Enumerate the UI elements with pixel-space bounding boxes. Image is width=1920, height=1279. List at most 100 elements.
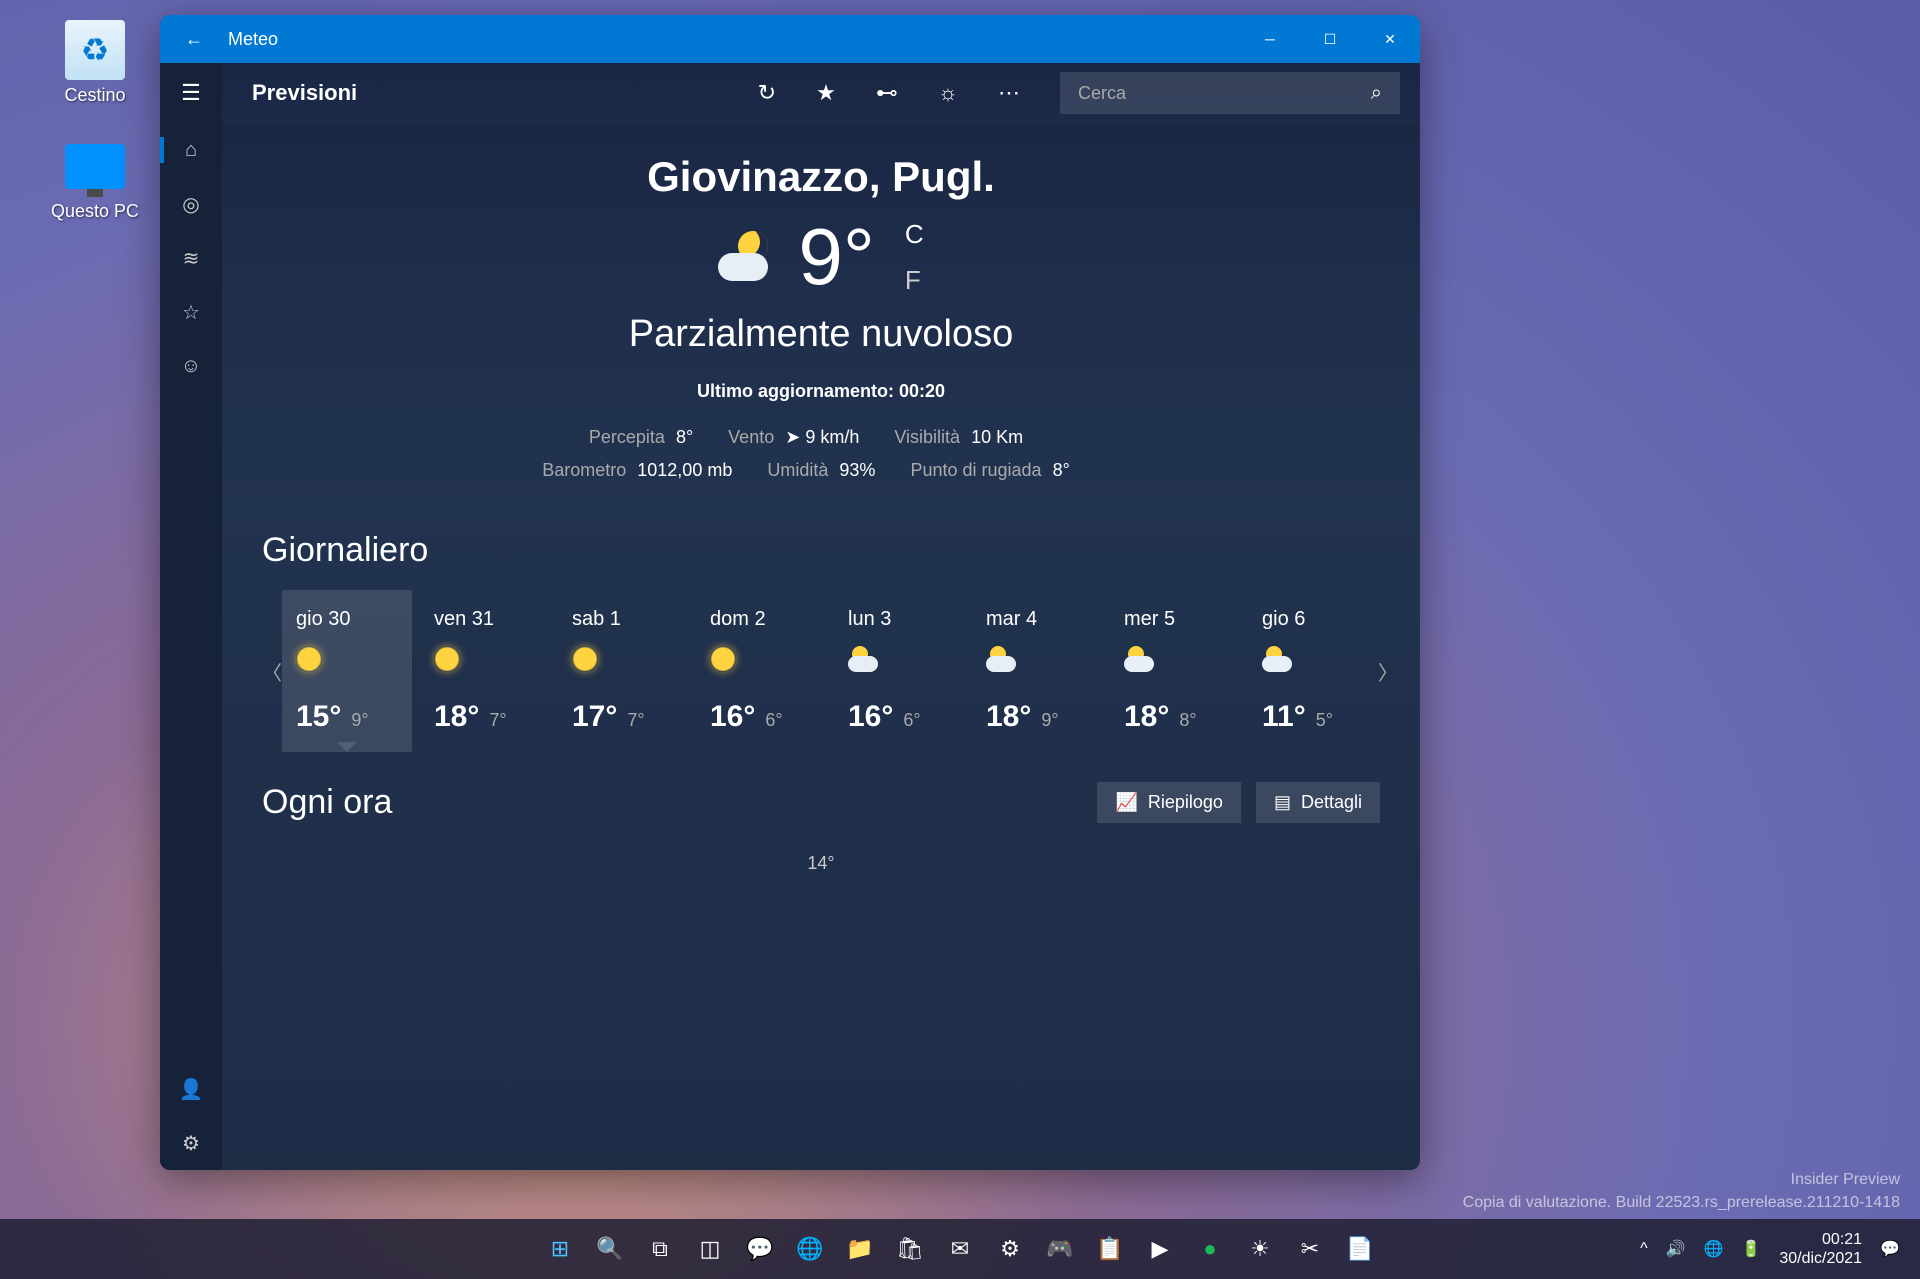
notifications-icon[interactable]: 💬	[1880, 1239, 1900, 1259]
day-card[interactable]: mar 418°9°	[972, 590, 1102, 752]
weather-app-window: ← Meteo ─ ☐ ✕ ☰ ⌂ ◎ ≋ ☆ ☺ 👤 ⚙ Previsioni…	[160, 15, 1420, 1170]
watermark: Insider Preview Copia di valutazione. Bu…	[1463, 1169, 1900, 1214]
day-name: sab 1	[572, 608, 674, 631]
sidebar-item-home[interactable]: ⌂	[160, 123, 222, 177]
barometer-value: 1012,00 mb	[637, 460, 732, 480]
sidebar-item-news[interactable]: ☺	[160, 339, 222, 393]
day-name: ven 31	[434, 608, 536, 631]
desktop-icon-this-pc[interactable]: Questo PC	[50, 136, 140, 222]
tray-chevron-icon[interactable]: ^	[1640, 1240, 1648, 1258]
day-card[interactable]: mer 518°8°	[1110, 590, 1240, 752]
favorite-icon[interactable]: ★	[816, 80, 836, 106]
unit-fahrenheit[interactable]: F	[905, 265, 924, 296]
hamburger-menu[interactable]: ☰	[160, 63, 222, 123]
titlebar: ← Meteo ─ ☐ ✕	[160, 15, 1420, 63]
feels-like-label: Percepita	[589, 427, 665, 447]
office-button[interactable]: 📄	[1339, 1228, 1381, 1270]
day-card[interactable]: sab 117°7°	[558, 590, 688, 752]
day-name: mar 4	[986, 608, 1088, 631]
start-button[interactable]: ⊞	[539, 1228, 581, 1270]
back-button[interactable]: ←	[160, 29, 228, 50]
day-high: 18°	[986, 700, 1031, 734]
day-weather-icon	[986, 646, 1088, 680]
settings-button[interactable]: ⚙	[989, 1228, 1031, 1270]
day-card[interactable]: ven 31 18° 7°	[420, 590, 550, 752]
day-high: 11°	[1262, 700, 1306, 734]
pin-icon[interactable]: ⊷	[876, 80, 898, 106]
tray-battery-icon[interactable]: 🔋	[1741, 1239, 1761, 1259]
day-high: 16°	[848, 700, 893, 734]
day-weather-icon	[296, 646, 398, 680]
desktop-icon-recycle-bin[interactable]: Cestino	[50, 20, 140, 106]
day-low: 5°	[1316, 710, 1333, 731]
recycle-bin-label: Cestino	[50, 85, 140, 106]
daily-prev-arrow[interactable]: 〈	[262, 657, 282, 686]
todo-button[interactable]: 📋	[1089, 1228, 1131, 1270]
day-high: 18°	[1124, 700, 1169, 734]
task-view-button[interactable]: ⧉	[639, 1228, 681, 1270]
taskbar-clock[interactable]: 00:21 30/dic/2021	[1779, 1230, 1862, 1268]
wind-value: ➤ 9 km/h	[785, 427, 859, 447]
weather-button[interactable]: ☀	[1239, 1228, 1281, 1270]
humidity-value: 93%	[839, 460, 875, 480]
store-button[interactable]: 🛍	[889, 1228, 931, 1270]
units-icon[interactable]: ☼	[938, 80, 958, 106]
snipping-button[interactable]: ✂	[1289, 1228, 1331, 1270]
unit-celsius[interactable]: C	[905, 219, 924, 250]
sidebar-item-favorites[interactable]: ☆	[160, 285, 222, 339]
day-low: 6°	[903, 710, 920, 731]
visibility-value: 10 Km	[971, 427, 1023, 447]
sidebar-item-historical[interactable]: ≋	[160, 231, 222, 285]
pc-icon	[65, 136, 125, 196]
page-title: Previsioni	[252, 80, 357, 106]
day-low: 7°	[489, 710, 506, 731]
search-button[interactable]: 🔍	[589, 1228, 631, 1270]
day-name: gio 6	[1262, 608, 1364, 631]
dewpoint-label: Punto di rugiada	[910, 460, 1041, 480]
day-card[interactable]: lun 3 16° 6°	[834, 590, 964, 752]
minimize-button[interactable]: ─	[1240, 15, 1300, 63]
mail-button[interactable]: ✉	[939, 1228, 981, 1270]
day-low: 6°	[765, 710, 782, 731]
feels-like-value: 8°	[676, 427, 693, 447]
day-low: 9°	[351, 710, 368, 731]
xbox-button[interactable]: 🎮	[1039, 1228, 1081, 1270]
more-icon[interactable]: ⋯	[998, 80, 1020, 106]
chat-button[interactable]: 💬	[739, 1228, 781, 1270]
day-name: mer 5	[1124, 608, 1226, 631]
hourly-first-temp: 14°	[262, 853, 1380, 874]
list-icon: ▤	[1274, 792, 1291, 813]
this-pc-label: Questo PC	[50, 201, 140, 222]
day-card[interactable]: dom 216°6°	[696, 590, 826, 752]
sidebar-item-account[interactable]: 👤	[160, 1062, 222, 1116]
current-condition: Parzialmente nuvoloso	[262, 313, 1380, 356]
day-high: 15°	[296, 700, 341, 734]
summary-button[interactable]: 📈 Riepilogo	[1097, 782, 1240, 823]
day-name: lun 3	[848, 608, 950, 631]
current-temperature: 9°	[798, 211, 874, 303]
spotify-button[interactable]: ●	[1189, 1228, 1231, 1270]
app-title: Meteo	[228, 29, 278, 50]
daily-next-arrow[interactable]: 〉	[1378, 657, 1398, 686]
tray-volume-icon[interactable]: 🔊	[1666, 1239, 1686, 1259]
sidebar-item-maps[interactable]: ◎	[160, 177, 222, 231]
search-icon[interactable]: ⌕	[1371, 82, 1382, 105]
refresh-icon[interactable]: ↻	[758, 80, 776, 106]
close-button[interactable]: ✕	[1360, 15, 1420, 63]
maximize-button[interactable]: ☐	[1300, 15, 1360, 63]
search-input[interactable]	[1078, 83, 1371, 104]
sidebar-item-settings[interactable]: ⚙	[160, 1116, 222, 1170]
edge-button[interactable]: 🌐	[789, 1228, 831, 1270]
day-high: 18°	[434, 700, 479, 734]
day-card[interactable]: gio 3015°9°	[282, 590, 412, 752]
media-player-button[interactable]: ▶	[1139, 1228, 1181, 1270]
day-high: 16°	[710, 700, 755, 734]
widgets-button[interactable]: ◫	[689, 1228, 731, 1270]
tray-network-icon[interactable]: 🌐	[1704, 1239, 1724, 1259]
search-box[interactable]: ⌕	[1060, 72, 1400, 114]
explorer-button[interactable]: 📁	[839, 1228, 881, 1270]
day-card[interactable]: gio 6 11° 5°	[1248, 590, 1378, 752]
current-weather-icon	[718, 217, 778, 297]
details-button[interactable]: ▤ Dettagli	[1256, 782, 1380, 823]
location-name: Giovinazzo, Pugl.	[262, 153, 1380, 201]
